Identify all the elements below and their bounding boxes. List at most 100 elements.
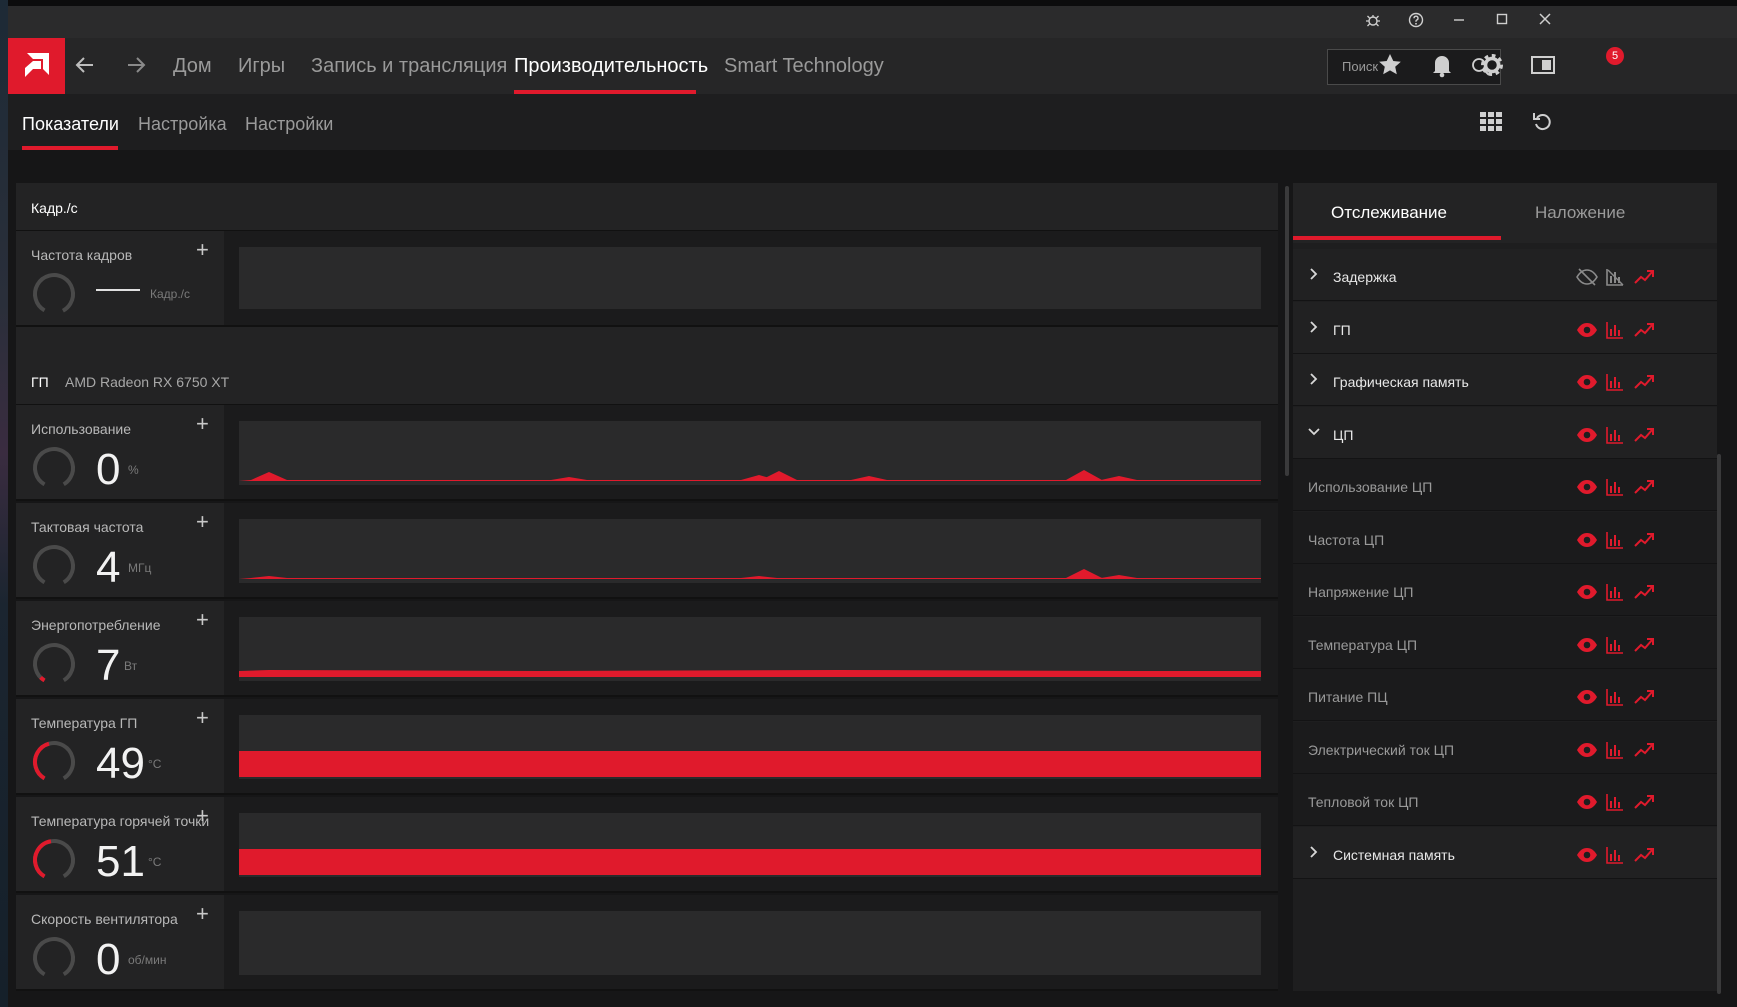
tracking-item-row[interactable]: Напряжение ЦП xyxy=(1293,564,1717,616)
metrics-scrollbar[interactable] xyxy=(1285,186,1289,476)
bar-chart-icon[interactable] xyxy=(1605,740,1627,760)
close-icon[interactable] xyxy=(1535,12,1555,32)
tracking-item-row[interactable]: Частота ЦП xyxy=(1293,511,1717,564)
add-metric-plus-icon[interactable]: + xyxy=(196,707,209,729)
gpu-section-header: ГП AMD Radeon RX 6750 XT xyxy=(16,357,1278,405)
reset-icon[interactable] xyxy=(1532,110,1552,137)
trend-line-icon[interactable] xyxy=(1633,267,1655,287)
search-box[interactable]: Поиск xyxy=(1327,49,1501,85)
eye-icon[interactable] xyxy=(1576,792,1598,812)
bar-chart-icon[interactable] xyxy=(1605,845,1627,865)
bar-chart-icon[interactable] xyxy=(1605,530,1627,550)
forward-arrow-icon[interactable] xyxy=(124,53,148,84)
tracking-item-row[interactable]: Электрический ток ЦП xyxy=(1293,721,1717,774)
metric-unit: °C xyxy=(148,855,162,869)
bar-chart-icon[interactable] xyxy=(1605,477,1627,497)
trend-line-icon[interactable] xyxy=(1633,530,1655,550)
tracking-row-label: Питание ПЦ xyxy=(1308,689,1388,705)
add-metric-plus-icon[interactable]: + xyxy=(196,805,209,827)
eye-icon[interactable] xyxy=(1576,845,1598,865)
chevron-right-icon[interactable] xyxy=(1307,320,1321,339)
bug-icon[interactable] xyxy=(1363,12,1383,32)
tracking-group-row[interactable]: Графическая память xyxy=(1293,354,1717,406)
metric-row: Скорость вентилятора +0 об/мин xyxy=(16,895,1278,991)
trend-line-icon[interactable] xyxy=(1633,687,1655,707)
add-metric-plus-icon[interactable]: + xyxy=(196,239,209,261)
bar-chart-icon[interactable] xyxy=(1605,635,1627,655)
add-metric-plus-icon[interactable]: + xyxy=(196,413,209,435)
bar-chart-icon[interactable] xyxy=(1605,582,1627,602)
trend-line-icon[interactable] xyxy=(1633,582,1655,602)
tab-settings[interactable]: Настройки xyxy=(245,114,333,135)
bar-chart-icon[interactable] xyxy=(1605,372,1627,392)
trend-line-icon[interactable] xyxy=(1633,425,1655,445)
grid-view-icon[interactable] xyxy=(1480,112,1502,137)
trend-line-icon[interactable] xyxy=(1633,635,1655,655)
tracking-row-label: Задержка xyxy=(1333,269,1397,285)
tab-tuning[interactable]: Настройка xyxy=(138,114,227,135)
graph-series xyxy=(239,849,1261,875)
tab-metrics[interactable]: Показатели xyxy=(22,114,119,135)
nav-performance[interactable]: Производительность xyxy=(514,55,708,78)
bar-chart-icon[interactable] xyxy=(1605,425,1627,445)
help-icon[interactable] xyxy=(1406,12,1426,32)
add-metric-plus-icon[interactable]: + xyxy=(196,609,209,631)
tracking-item-row[interactable]: Питание ПЦ xyxy=(1293,669,1717,721)
tracking-tab-underline xyxy=(1293,236,1501,240)
eye-icon[interactable] xyxy=(1576,530,1598,550)
bar-chart-icon[interactable] xyxy=(1605,320,1627,340)
trend-line-icon[interactable] xyxy=(1633,740,1655,760)
tracking-group-row[interactable]: ЦП xyxy=(1293,406,1717,459)
minimize-icon[interactable] xyxy=(1449,12,1469,32)
graph-area xyxy=(239,670,1261,677)
metric-row: Температура горячей точки +51 °C xyxy=(16,797,1278,893)
add-metric-plus-icon[interactable]: + xyxy=(196,511,209,533)
eye-icon[interactable] xyxy=(1576,372,1598,392)
eye-icon[interactable] xyxy=(1576,477,1598,497)
trend-line-icon[interactable] xyxy=(1633,792,1655,812)
amd-logo[interactable] xyxy=(8,38,65,94)
chevron-right-icon[interactable] xyxy=(1307,267,1321,286)
eye-icon[interactable] xyxy=(1576,320,1598,340)
nav-record-stream[interactable]: Запись и трансляция xyxy=(311,55,507,78)
bar-chart-icon[interactable] xyxy=(1605,687,1627,707)
nav-smart-technology[interactable]: Smart Technology xyxy=(724,55,884,78)
eye-icon[interactable] xyxy=(1576,425,1598,445)
bar-chart-icon[interactable] xyxy=(1605,267,1627,287)
nav-games[interactable]: Игры xyxy=(238,55,285,78)
maximize-icon[interactable] xyxy=(1492,12,1512,32)
trend-line-icon[interactable] xyxy=(1633,372,1655,392)
tab-tracking[interactable]: Отслеживание xyxy=(1331,203,1447,223)
add-metric-plus-icon[interactable]: + xyxy=(196,903,209,925)
metric-graph xyxy=(239,911,1261,975)
star-icon[interactable] xyxy=(1375,50,1405,80)
tracking-scrollbar[interactable] xyxy=(1717,454,1721,994)
tracking-item-row[interactable]: Тепловой ток ЦП xyxy=(1293,774,1717,826)
tracking-group-row[interactable]: Задержка xyxy=(1293,249,1717,301)
tracking-group-row[interactable]: ГП xyxy=(1293,301,1717,354)
eye-icon[interactable] xyxy=(1576,635,1598,655)
metric-graph xyxy=(239,715,1261,779)
trend-line-icon[interactable] xyxy=(1633,320,1655,340)
eye-icon[interactable] xyxy=(1576,582,1598,602)
eye-off-icon[interactable] xyxy=(1576,267,1598,287)
tracking-item-row[interactable]: Температура ЦП xyxy=(1293,616,1717,669)
chevron-right-icon[interactable] xyxy=(1307,372,1321,391)
eye-icon[interactable] xyxy=(1576,740,1598,760)
gear-icon[interactable] xyxy=(1477,50,1507,80)
tracking-item-row[interactable]: Использование ЦП xyxy=(1293,459,1717,511)
nav-home[interactable]: Дом xyxy=(173,55,212,78)
metric-name: Скорость вентилятора xyxy=(31,911,178,927)
eye-icon[interactable] xyxy=(1576,687,1598,707)
back-arrow-icon[interactable] xyxy=(73,53,97,84)
trend-line-icon[interactable] xyxy=(1633,845,1655,865)
chevron-right-icon[interactable] xyxy=(1307,845,1321,864)
tracking-group-row[interactable]: Системная память xyxy=(1293,826,1717,879)
trend-line-icon[interactable] xyxy=(1633,477,1655,497)
side-panel-toggle-icon[interactable] xyxy=(1528,50,1558,80)
bar-chart-icon[interactable] xyxy=(1605,792,1627,812)
notifications-bell-icon[interactable] xyxy=(1427,50,1457,80)
metric-name: Частота кадров xyxy=(31,247,133,263)
tab-overlay[interactable]: Наложение xyxy=(1535,203,1625,223)
chevron-down-icon[interactable] xyxy=(1307,425,1321,444)
